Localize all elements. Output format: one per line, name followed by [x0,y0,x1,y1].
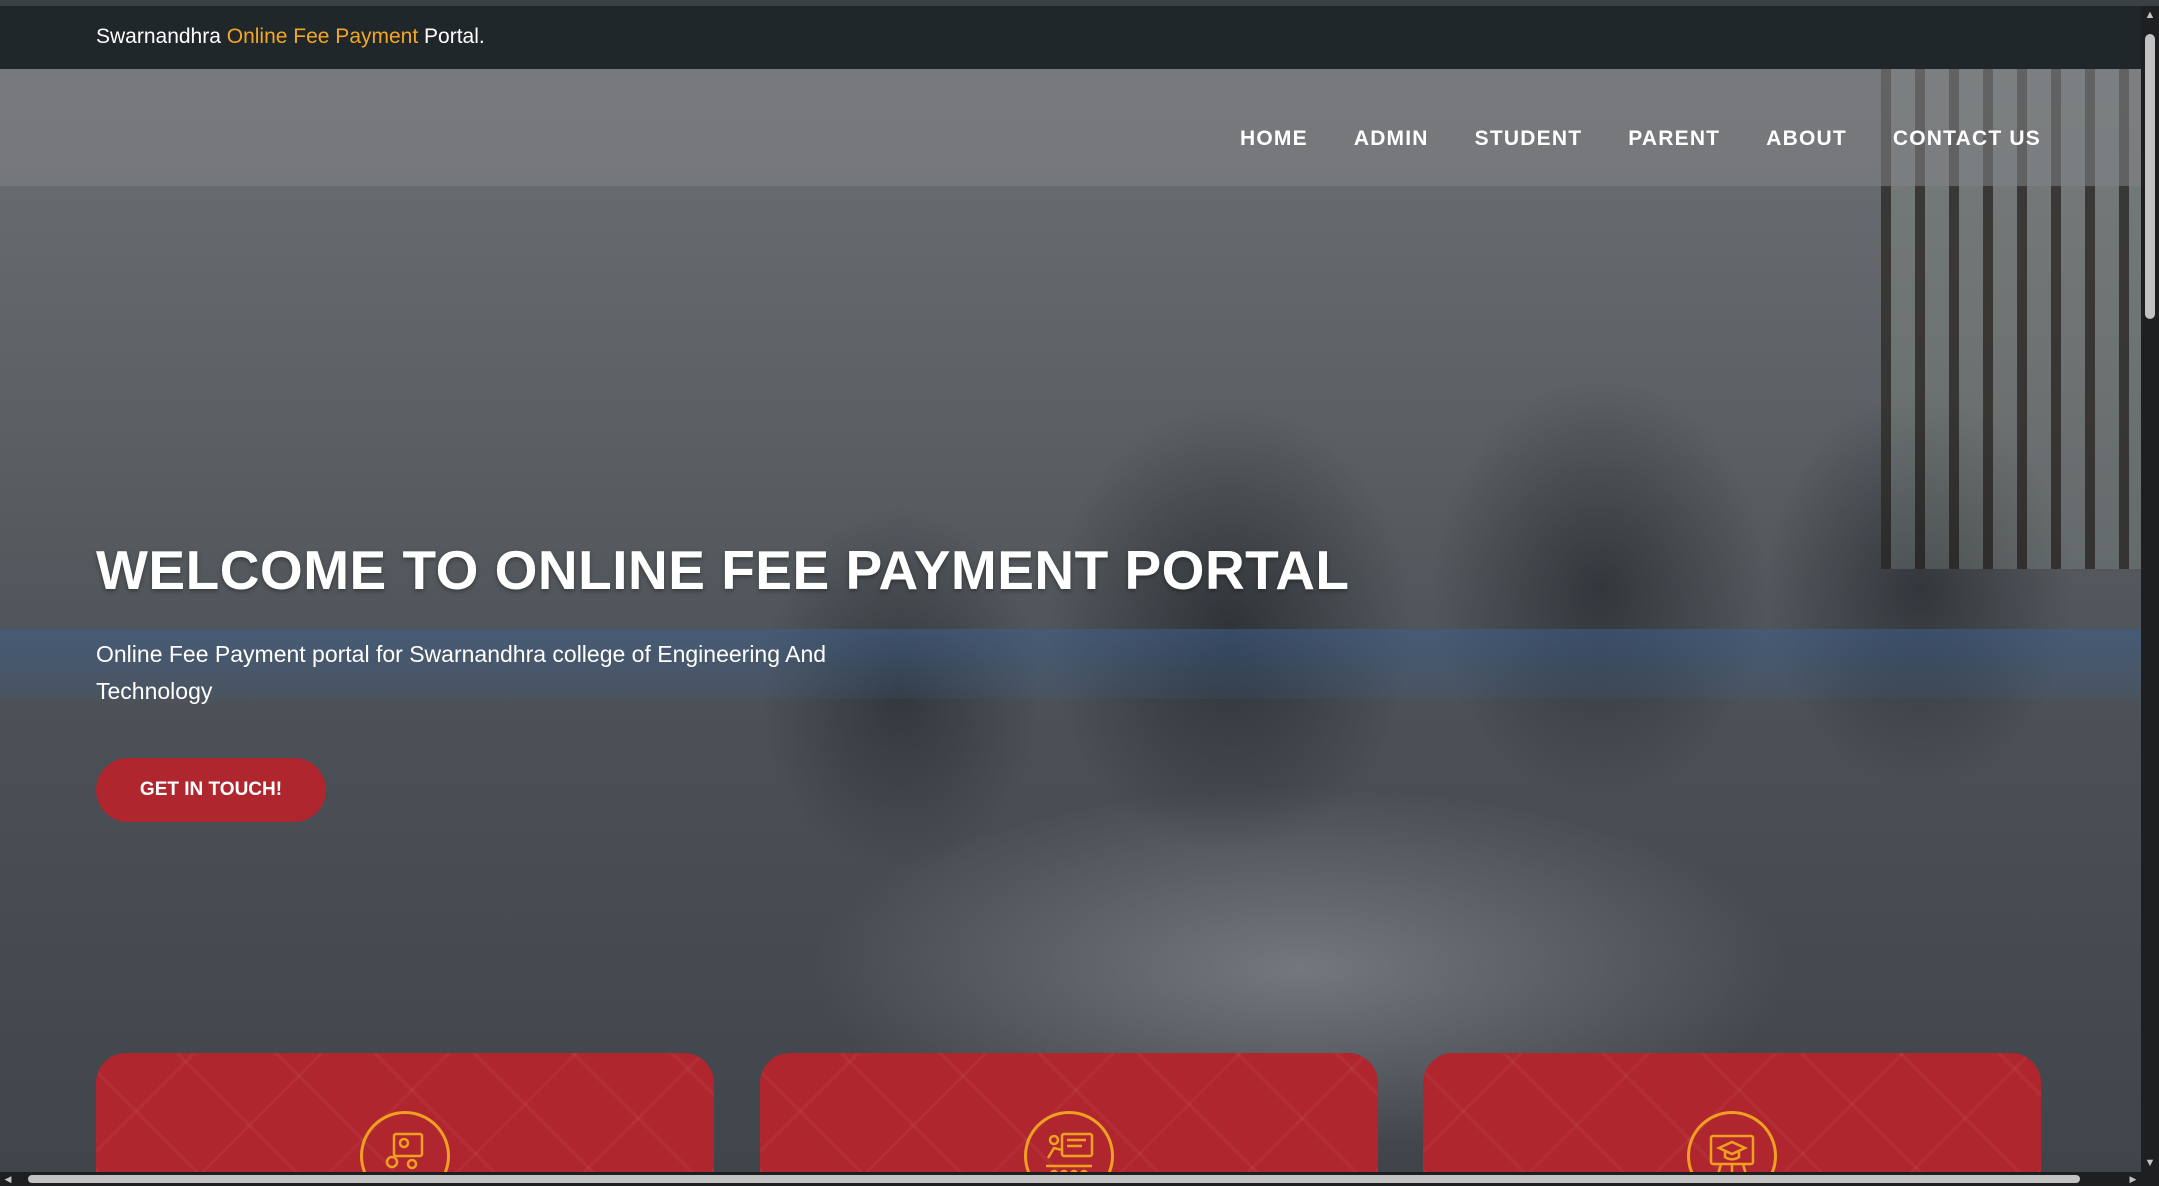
vertical-scroll-thumb[interactable] [2145,34,2155,319]
horizontal-scrollbar[interactable]: ◀ ▶ [0,1172,2141,1186]
brand-suffix: Portal. [418,25,485,48]
top-bar: Swarnandhra Online Fee Payment Portal. [0,6,2141,69]
classroom-presentation-icon [1024,1111,1114,1172]
site-brand: Swarnandhra Online Fee Payment Portal. [96,25,485,49]
nav-student[interactable]: STUDENT [1475,127,1583,151]
feature-card-2[interactable] [760,1053,1378,1172]
brand-prefix: Swarnandhra [96,25,227,48]
nav-about[interactable]: ABOUT [1766,127,1847,151]
nav-admin[interactable]: ADMIN [1354,127,1429,151]
vertical-scrollbar[interactable]: ▲ ▼ [2141,6,2159,1172]
feature-card-1[interactable] [96,1053,714,1172]
nav-contact-us[interactable]: CONTACT US [1893,127,2041,151]
student-study-icon [360,1111,450,1172]
scroll-up-arrow-icon[interactable]: ▲ [2141,6,2159,24]
horizontal-scroll-thumb[interactable] [28,1175,2080,1183]
hero-title: WELCOME TO ONLINE FEE PAYMENT PORTAL [96,539,1350,601]
scroll-left-arrow-icon[interactable]: ◀ [0,1172,16,1186]
graduation-board-icon [1687,1111,1777,1172]
nav-home[interactable]: HOME [1240,127,1308,151]
scroll-down-arrow-icon[interactable]: ▼ [2141,1154,2159,1172]
scrollbar-corner [2141,1172,2159,1186]
main-navbar: HOME ADMIN STUDENT PARENT ABOUT CONTACT … [0,69,2141,186]
get-in-touch-button[interactable]: GET IN TOUCH! [96,758,326,822]
brand-accent: Online Fee Payment [226,25,419,48]
feature-card-3[interactable] [1423,1053,2041,1172]
hero-subtitle: Online Fee Payment portal for Swarnandhr… [96,641,827,704]
main-nav: HOME ADMIN STUDENT PARENT ABOUT CONTACT … [1240,127,2041,151]
scroll-right-arrow-icon[interactable]: ▶ [2125,1172,2141,1186]
hero-background-photo [0,69,2141,1172]
nav-parent[interactable]: PARENT [1628,127,1720,151]
